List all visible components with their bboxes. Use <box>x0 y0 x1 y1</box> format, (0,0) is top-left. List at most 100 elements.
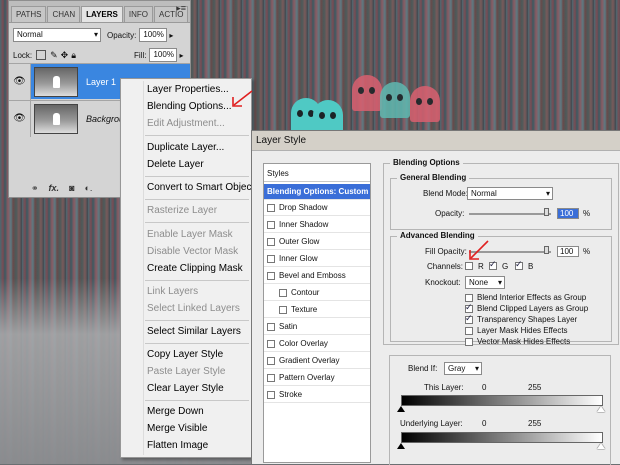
style-stroke[interactable]: Stroke <box>264 387 370 403</box>
style-inner-shadow[interactable]: Inner Shadow <box>264 217 370 233</box>
layer-mask-hides-checkbox[interactable] <box>465 327 473 335</box>
channel-b-checkbox[interactable] <box>515 259 523 270</box>
chevron-right-icon[interactable]: ▸ <box>179 51 183 60</box>
checkbox[interactable] <box>267 254 275 263</box>
this-layer-label: This Layer: <box>424 383 464 392</box>
menu-separator <box>145 135 249 136</box>
this-layer-black-handle[interactable] <box>397 406 405 412</box>
style-label: Gradient Overlay <box>279 355 340 365</box>
checkbox[interactable] <box>267 203 275 212</box>
blend-clipped-checkbox[interactable] <box>465 302 473 313</box>
menu-item-rasterize-layer[interactable]: Rasterize Layer <box>147 204 217 218</box>
checkbox[interactable] <box>279 288 287 297</box>
blend-if-dropdown[interactable]: Gray <box>444 362 482 375</box>
fx-icon[interactable]: fx. <box>49 183 60 193</box>
menu-separator <box>145 176 249 177</box>
dialog-title: Layer Style <box>252 131 620 151</box>
style-contour[interactable]: Contour <box>264 285 370 301</box>
general-blending-group: General Blending Blend Mode: Normal Opac… <box>390 173 612 230</box>
style-label: Satin <box>279 321 298 331</box>
checkbox[interactable] <box>267 339 275 348</box>
style-label: Stroke <box>279 389 303 399</box>
red-arrow-annotation <box>469 240 489 260</box>
styles-header[interactable]: Styles <box>264 166 370 182</box>
tab-paths[interactable]: PATHS <box>11 6 47 22</box>
style-label: Inner Glow <box>279 253 318 263</box>
link-icon[interactable]: ⚭ <box>31 183 39 194</box>
menu-item-merge-visible[interactable]: Merge Visible <box>147 422 207 436</box>
menu-item-convert-smart-object[interactable]: Convert to Smart Object <box>147 181 254 195</box>
checkbox[interactable] <box>267 390 275 399</box>
checkbox[interactable] <box>267 237 275 246</box>
opacity-slider[interactable] <box>469 213 551 215</box>
blend-mode-select[interactable]: Normal ▾ <box>13 28 101 42</box>
style-satin[interactable]: Satin <box>264 319 370 335</box>
menu-item-paste-layer-style[interactable]: Paste Layer Style <box>147 365 225 379</box>
menu-item-select-linked-layers[interactable]: Select Linked Layers <box>147 302 240 316</box>
menu-item-create-clipping-mask[interactable]: Create Clipping Mask <box>147 262 243 276</box>
checkbox[interactable] <box>267 322 275 331</box>
menu-item-clear-layer-style[interactable]: Clear Layer Style <box>147 382 224 396</box>
blend-mode-dropdown[interactable]: Normal <box>467 187 553 200</box>
menu-item-copy-layer-style[interactable]: Copy Layer Style <box>147 348 223 362</box>
style-gradient-overlay[interactable]: Gradient Overlay <box>264 353 370 369</box>
eye-icon[interactable]: 👁︎ <box>9 63 31 100</box>
opacity-input[interactable]: 100 <box>557 208 579 219</box>
layer-thumbnail <box>34 66 78 97</box>
menu-item-enable-layer-mask[interactable]: Enable Layer Mask <box>147 228 233 242</box>
channel-r-checkbox[interactable] <box>465 262 473 270</box>
blend-interior-checkbox[interactable] <box>465 294 473 302</box>
lock-transparent-icon[interactable] <box>36 50 47 60</box>
underlying-black-handle[interactable] <box>397 443 405 449</box>
opacity-input[interactable]: 100% <box>139 28 168 42</box>
style-blending-options[interactable]: Blending Options: Custom <box>264 184 370 200</box>
menu-item-merge-down[interactable]: Merge Down <box>147 405 204 419</box>
style-bevel-emboss[interactable]: Bevel and Emboss <box>264 268 370 284</box>
checkbox[interactable] <box>267 271 275 280</box>
menu-item-edit-adjustment[interactable]: Edit Adjustment... <box>147 117 225 131</box>
underlying-white-handle[interactable] <box>597 443 605 449</box>
style-label: Inner Shadow <box>279 219 329 229</box>
lock-icon[interactable]: 🔒︎ <box>71 50 76 61</box>
menu-item-delete-layer[interactable]: Delete Layer <box>147 158 204 172</box>
chevron-right-icon[interactable]: ▸ <box>169 31 173 40</box>
this-layer-white-handle[interactable] <box>597 406 605 412</box>
style-outer-glow[interactable]: Outer Glow <box>264 234 370 250</box>
checkbox[interactable] <box>267 373 275 382</box>
opacity-label: Opacity: <box>435 209 465 218</box>
style-inner-glow[interactable]: Inner Glow <box>264 251 370 267</box>
menu-item-layer-properties[interactable]: Layer Properties... <box>147 83 229 97</box>
style-drop-shadow[interactable]: Drop Shadow <box>264 200 370 216</box>
style-pattern-overlay[interactable]: Pattern Overlay <box>264 370 370 386</box>
checkbox[interactable] <box>267 356 275 365</box>
fill-opacity-slider-handle[interactable] <box>544 246 549 254</box>
menu-item-duplicate-layer[interactable]: Duplicate Layer... <box>147 141 224 155</box>
menu-item-select-similar-layers[interactable]: Select Similar Layers <box>147 325 241 339</box>
fill-opacity-input[interactable]: 100 <box>557 246 579 257</box>
style-texture[interactable]: Texture <box>264 302 370 318</box>
fill-opacity-label: Fill Opacity: <box>425 247 467 256</box>
style-color-overlay[interactable]: Color Overlay <box>264 336 370 352</box>
tab-layers[interactable]: LAYERS <box>81 6 123 22</box>
tab-channels[interactable]: CHAN <box>47 6 81 22</box>
mask-icon[interactable]: ◙ <box>69 183 74 193</box>
menu-item-flatten-image[interactable]: Flatten Image <box>147 439 208 453</box>
channel-g-checkbox[interactable] <box>489 259 497 270</box>
panel-menu-icon[interactable]: ▸≡ <box>176 3 186 14</box>
eye-icon[interactable]: 👁︎ <box>9 100 31 137</box>
menu-item-link-layers[interactable]: Link Layers <box>147 285 198 299</box>
opacity-slider-handle[interactable] <box>544 208 549 216</box>
checkbox[interactable] <box>279 305 287 314</box>
tab-info[interactable]: INFO <box>123 6 153 22</box>
adjustment-icon[interactable]: ◐. <box>85 183 93 193</box>
vector-mask-hides-checkbox[interactable] <box>465 338 473 346</box>
layer-mask-hides-label: Layer Mask Hides Effects <box>477 326 568 335</box>
transparency-shapes-checkbox[interactable] <box>465 313 473 324</box>
brush-icon[interactable]: ✎ <box>50 50 58 61</box>
menu-item-blending-options[interactable]: Blending Options... <box>147 100 232 114</box>
knockout-dropdown[interactable]: None <box>465 276 505 289</box>
fill-input[interactable]: 100% <box>149 48 178 62</box>
checkbox[interactable] <box>267 220 275 229</box>
menu-item-disable-vector-mask[interactable]: Disable Vector Mask <box>147 245 238 259</box>
move-icon[interactable]: ✥ <box>61 50 69 61</box>
